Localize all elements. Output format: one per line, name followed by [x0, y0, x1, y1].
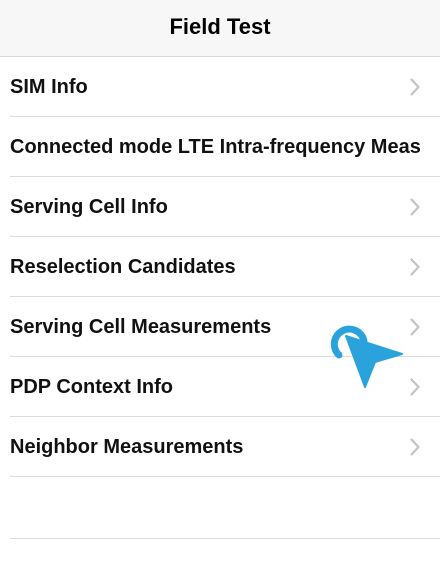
list-item-label: PDP Context Info	[10, 376, 173, 398]
list-item-neighbor-measurements[interactable]: Neighbor Measurements	[10, 417, 440, 477]
list-item-label: Neighbor Measurements	[10, 436, 244, 458]
chevron-right-icon	[410, 438, 420, 456]
list-item-label: Serving Cell Measurements	[10, 316, 272, 338]
list-item-reselection-candidates[interactable]: Reselection Candidates	[10, 237, 440, 297]
empty-row	[10, 477, 440, 539]
list-item-serving-cell-measurements[interactable]: Serving Cell Measurements	[10, 297, 440, 357]
list-item-label: SIM Info	[10, 76, 88, 98]
list-item-label: Serving Cell Info	[10, 196, 168, 218]
chevron-right-icon	[410, 198, 420, 216]
chevron-right-icon	[410, 378, 420, 396]
page-title: Field Test	[169, 14, 271, 39]
chevron-right-icon	[410, 78, 420, 96]
menu-list: SIM Info Connected mode LTE Intra-freque…	[0, 57, 440, 539]
list-item-label: Reselection Candidates	[10, 256, 236, 278]
list-item-serving-cell-info[interactable]: Serving Cell Info	[10, 177, 440, 237]
list-item-label: Connected mode LTE Intra-frequency Meas	[10, 136, 421, 158]
field-test-screen: Field Test SIM Info Connected mode LTE I…	[0, 0, 440, 562]
list-item-pdp-context-info[interactable]: PDP Context Info	[10, 357, 440, 417]
list-item-lte-intra-frequency[interactable]: Connected mode LTE Intra-frequency Meas	[10, 117, 440, 177]
list-item-sim-info[interactable]: SIM Info	[10, 57, 440, 117]
navigation-bar: Field Test	[0, 0, 440, 57]
chevron-right-icon	[410, 318, 420, 336]
chevron-right-icon	[410, 258, 420, 276]
